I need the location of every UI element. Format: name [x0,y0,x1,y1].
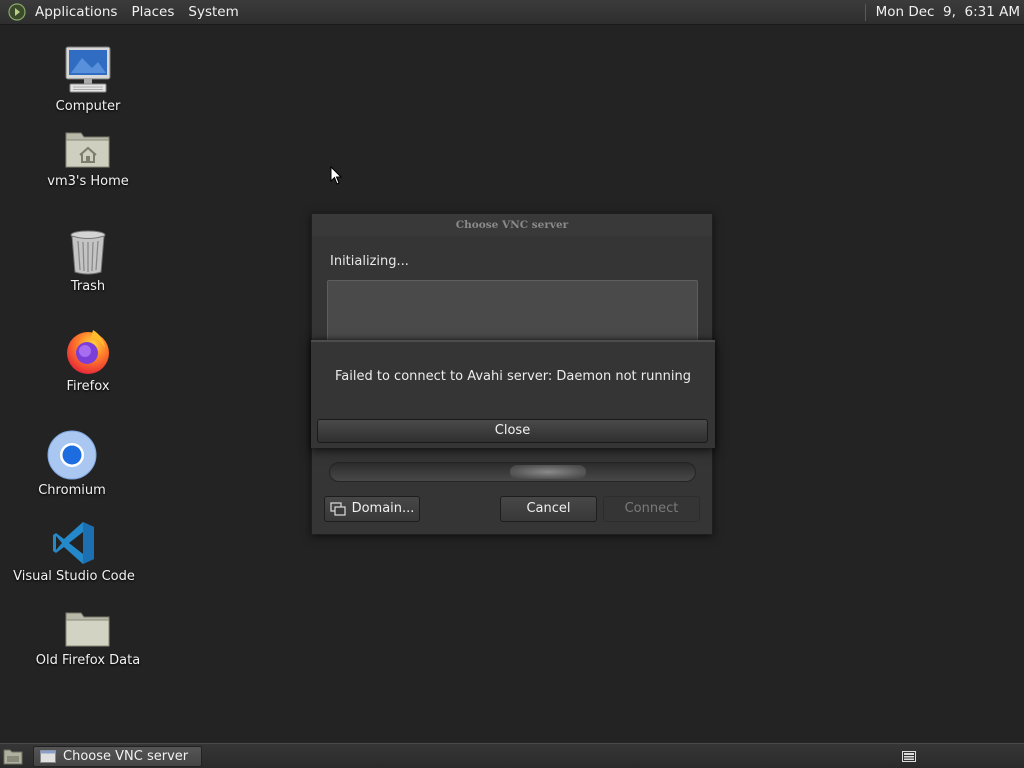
desktop-icon-old-firefox-data[interactable]: Old Firefox Data [23,608,153,668]
places-menu[interactable]: Places [124,0,181,25]
close-button[interactable]: Close [317,419,708,443]
applications-menu[interactable]: Applications [28,0,124,25]
clock[interactable]: Mon Dec 9, 6:31 AM [876,4,1024,20]
desktop-icon-label: Firefox [66,379,110,394]
workspace-icon [902,751,916,762]
progress-bar [329,462,696,482]
error-message: Failed to connect to Avahi server: Daemo… [335,369,691,384]
vscode-icon [53,522,94,564]
desktop-icon-label: Old Firefox Data [35,653,141,668]
desktop-icon-label: Trash [70,279,106,294]
desktop-icon-trash[interactable]: Trash [23,228,153,294]
desktop-icon-firefox[interactable]: Firefox [23,326,153,394]
desktop-icon-label: Computer [55,99,121,114]
domain-button[interactable]: Domain... [324,496,420,522]
panel-separator [864,3,866,21]
domain-button-label: Domain... [351,501,415,516]
desktop-icon-label: vm3's Home [47,174,129,189]
trash-icon [70,230,106,275]
desktop-icon-computer[interactable]: Computer [23,44,153,114]
error-dialog: Failed to connect to Avahi server: Daemo… [311,340,715,448]
taskbar-item-label: Choose VNC server [63,749,189,764]
chromium-icon [47,430,97,480]
desktop-icon-chromium[interactable]: Chromium [7,430,137,498]
bottom-panel: Choose VNC server [0,743,1024,768]
windows-icon [329,502,346,516]
system-menu[interactable]: System [181,0,245,25]
firefox-icon [67,330,109,374]
status-text: Initializing... [330,254,409,269]
desktop-icon-label: Visual Studio Code [13,569,135,584]
applications-logo-icon[interactable] [8,3,26,21]
desktop-icon-label: Chromium [38,483,106,498]
taskbar-item-vnc[interactable]: Choose VNC server [33,746,202,767]
desktop-icon-home[interactable]: vm3's Home [23,127,153,189]
dialog-titlebar[interactable]: Choose VNC server [312,214,712,236]
show-desktop-icon[interactable] [3,747,23,765]
folder-icon [65,612,110,647]
cancel-button[interactable]: Cancel [500,496,597,522]
top-panel: Applications Places System Mon Dec 9, 6:… [0,0,1024,25]
home-folder-icon [65,132,110,168]
progress-pulse [510,465,586,479]
connect-button[interactable]: Connect [603,496,700,522]
workspace-switcher[interactable] [893,746,925,767]
window-icon [40,750,56,763]
computer-icon [65,46,111,93]
desktop-icon-vscode[interactable]: Visual Studio Code [9,520,139,584]
mouse-pointer-icon [330,166,342,185]
